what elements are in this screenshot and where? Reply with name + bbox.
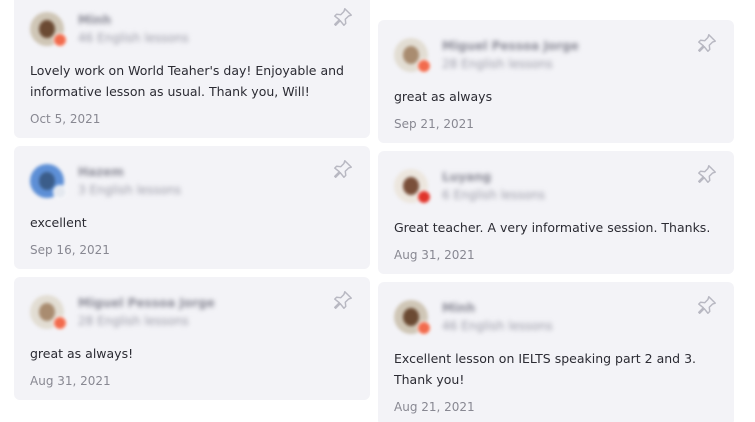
review-date: Aug 21, 2021 [394, 400, 475, 414]
reviews-column-right: Miguel Pessoa Jorge 28 English lessons g… [378, 20, 734, 422]
reviewer-name[interactable]: Hazem [78, 163, 181, 181]
pin-icon[interactable] [332, 289, 354, 311]
avatar[interactable] [30, 295, 67, 330]
country-flag-icon [417, 190, 431, 204]
pin-icon[interactable] [332, 158, 354, 180]
reviewer-lessons: 46 English lessons [442, 319, 553, 333]
country-flag-icon [417, 321, 431, 335]
reviewer-name[interactable]: Luyang [442, 168, 545, 186]
country-flag-icon [417, 59, 431, 73]
avatar[interactable] [394, 38, 431, 73]
reviewer-lessons: 28 English lessons [442, 57, 553, 71]
review-text: Great teacher. A very informative sessio… [394, 220, 711, 235]
reviewer-lessons: 6 English lessons [442, 188, 546, 202]
reviews-board: Minh 46 English lessons Lovely work on W… [0, 0, 755, 422]
review-date: Sep 16, 2021 [30, 243, 110, 257]
review-date: Sep 21, 2021 [394, 117, 474, 131]
reviewer-name[interactable]: Minh [442, 299, 553, 317]
pin-icon[interactable] [696, 32, 718, 54]
reviewer-name[interactable]: Minh [78, 11, 189, 29]
review-header: Miguel Pessoa Jorge 28 English lessons [394, 34, 718, 74]
country-flag-icon [53, 33, 67, 47]
review-card: Minh 46 English lessons Lovely work on W… [14, 0, 370, 138]
review-card: Miguel Pessoa Jorge 28 English lessons g… [14, 277, 370, 400]
review-card: Miguel Pessoa Jorge 28 English lessons g… [378, 20, 734, 143]
review-header: Minh 46 English lessons [394, 296, 718, 336]
review-date: Aug 31, 2021 [30, 374, 111, 388]
avatar[interactable] [394, 169, 431, 204]
review-date: Aug 31, 2021 [394, 248, 475, 262]
review-card: Minh 46 English lessons Excellent lesson… [378, 282, 734, 422]
country-flag-icon [53, 316, 67, 330]
review-text: Lovely work on World Teaher's day! Enjoy… [30, 63, 344, 99]
review-text: great as always [394, 89, 493, 104]
review-text: great as always! [30, 346, 134, 361]
reviewer-lessons: 46 English lessons [78, 31, 189, 45]
reviewer-name[interactable]: Miguel Pessoa Jorge [78, 294, 215, 312]
reviewer-name[interactable]: Miguel Pessoa Jorge [442, 37, 579, 55]
review-header: Minh 46 English lessons [30, 8, 354, 48]
country-flag-icon [53, 185, 67, 199]
pin-icon[interactable] [332, 6, 354, 28]
review-card: Luyang 6 English lessons Great teacher. … [378, 151, 734, 274]
avatar[interactable] [30, 12, 67, 47]
review-date: Oct 5, 2021 [30, 112, 101, 126]
reviewer-lessons: 3 English lessons [78, 183, 182, 197]
pin-icon[interactable] [696, 163, 718, 185]
review-header: Miguel Pessoa Jorge 28 English lessons [30, 291, 354, 331]
pin-icon[interactable] [696, 294, 718, 316]
review-text: excellent [30, 215, 87, 230]
review-header: Hazem 3 English lessons [30, 160, 354, 200]
avatar[interactable] [30, 164, 67, 199]
avatar[interactable] [394, 300, 431, 335]
reviewer-lessons: 28 English lessons [78, 314, 189, 328]
reviews-column-left: Minh 46 English lessons Lovely work on W… [14, 0, 370, 408]
review-text: Excellent lesson on IELTS speaking part … [394, 351, 697, 387]
review-header: Luyang 6 English lessons [394, 165, 718, 205]
review-card: Hazem 3 English lessons excellent Sep 16… [14, 146, 370, 269]
